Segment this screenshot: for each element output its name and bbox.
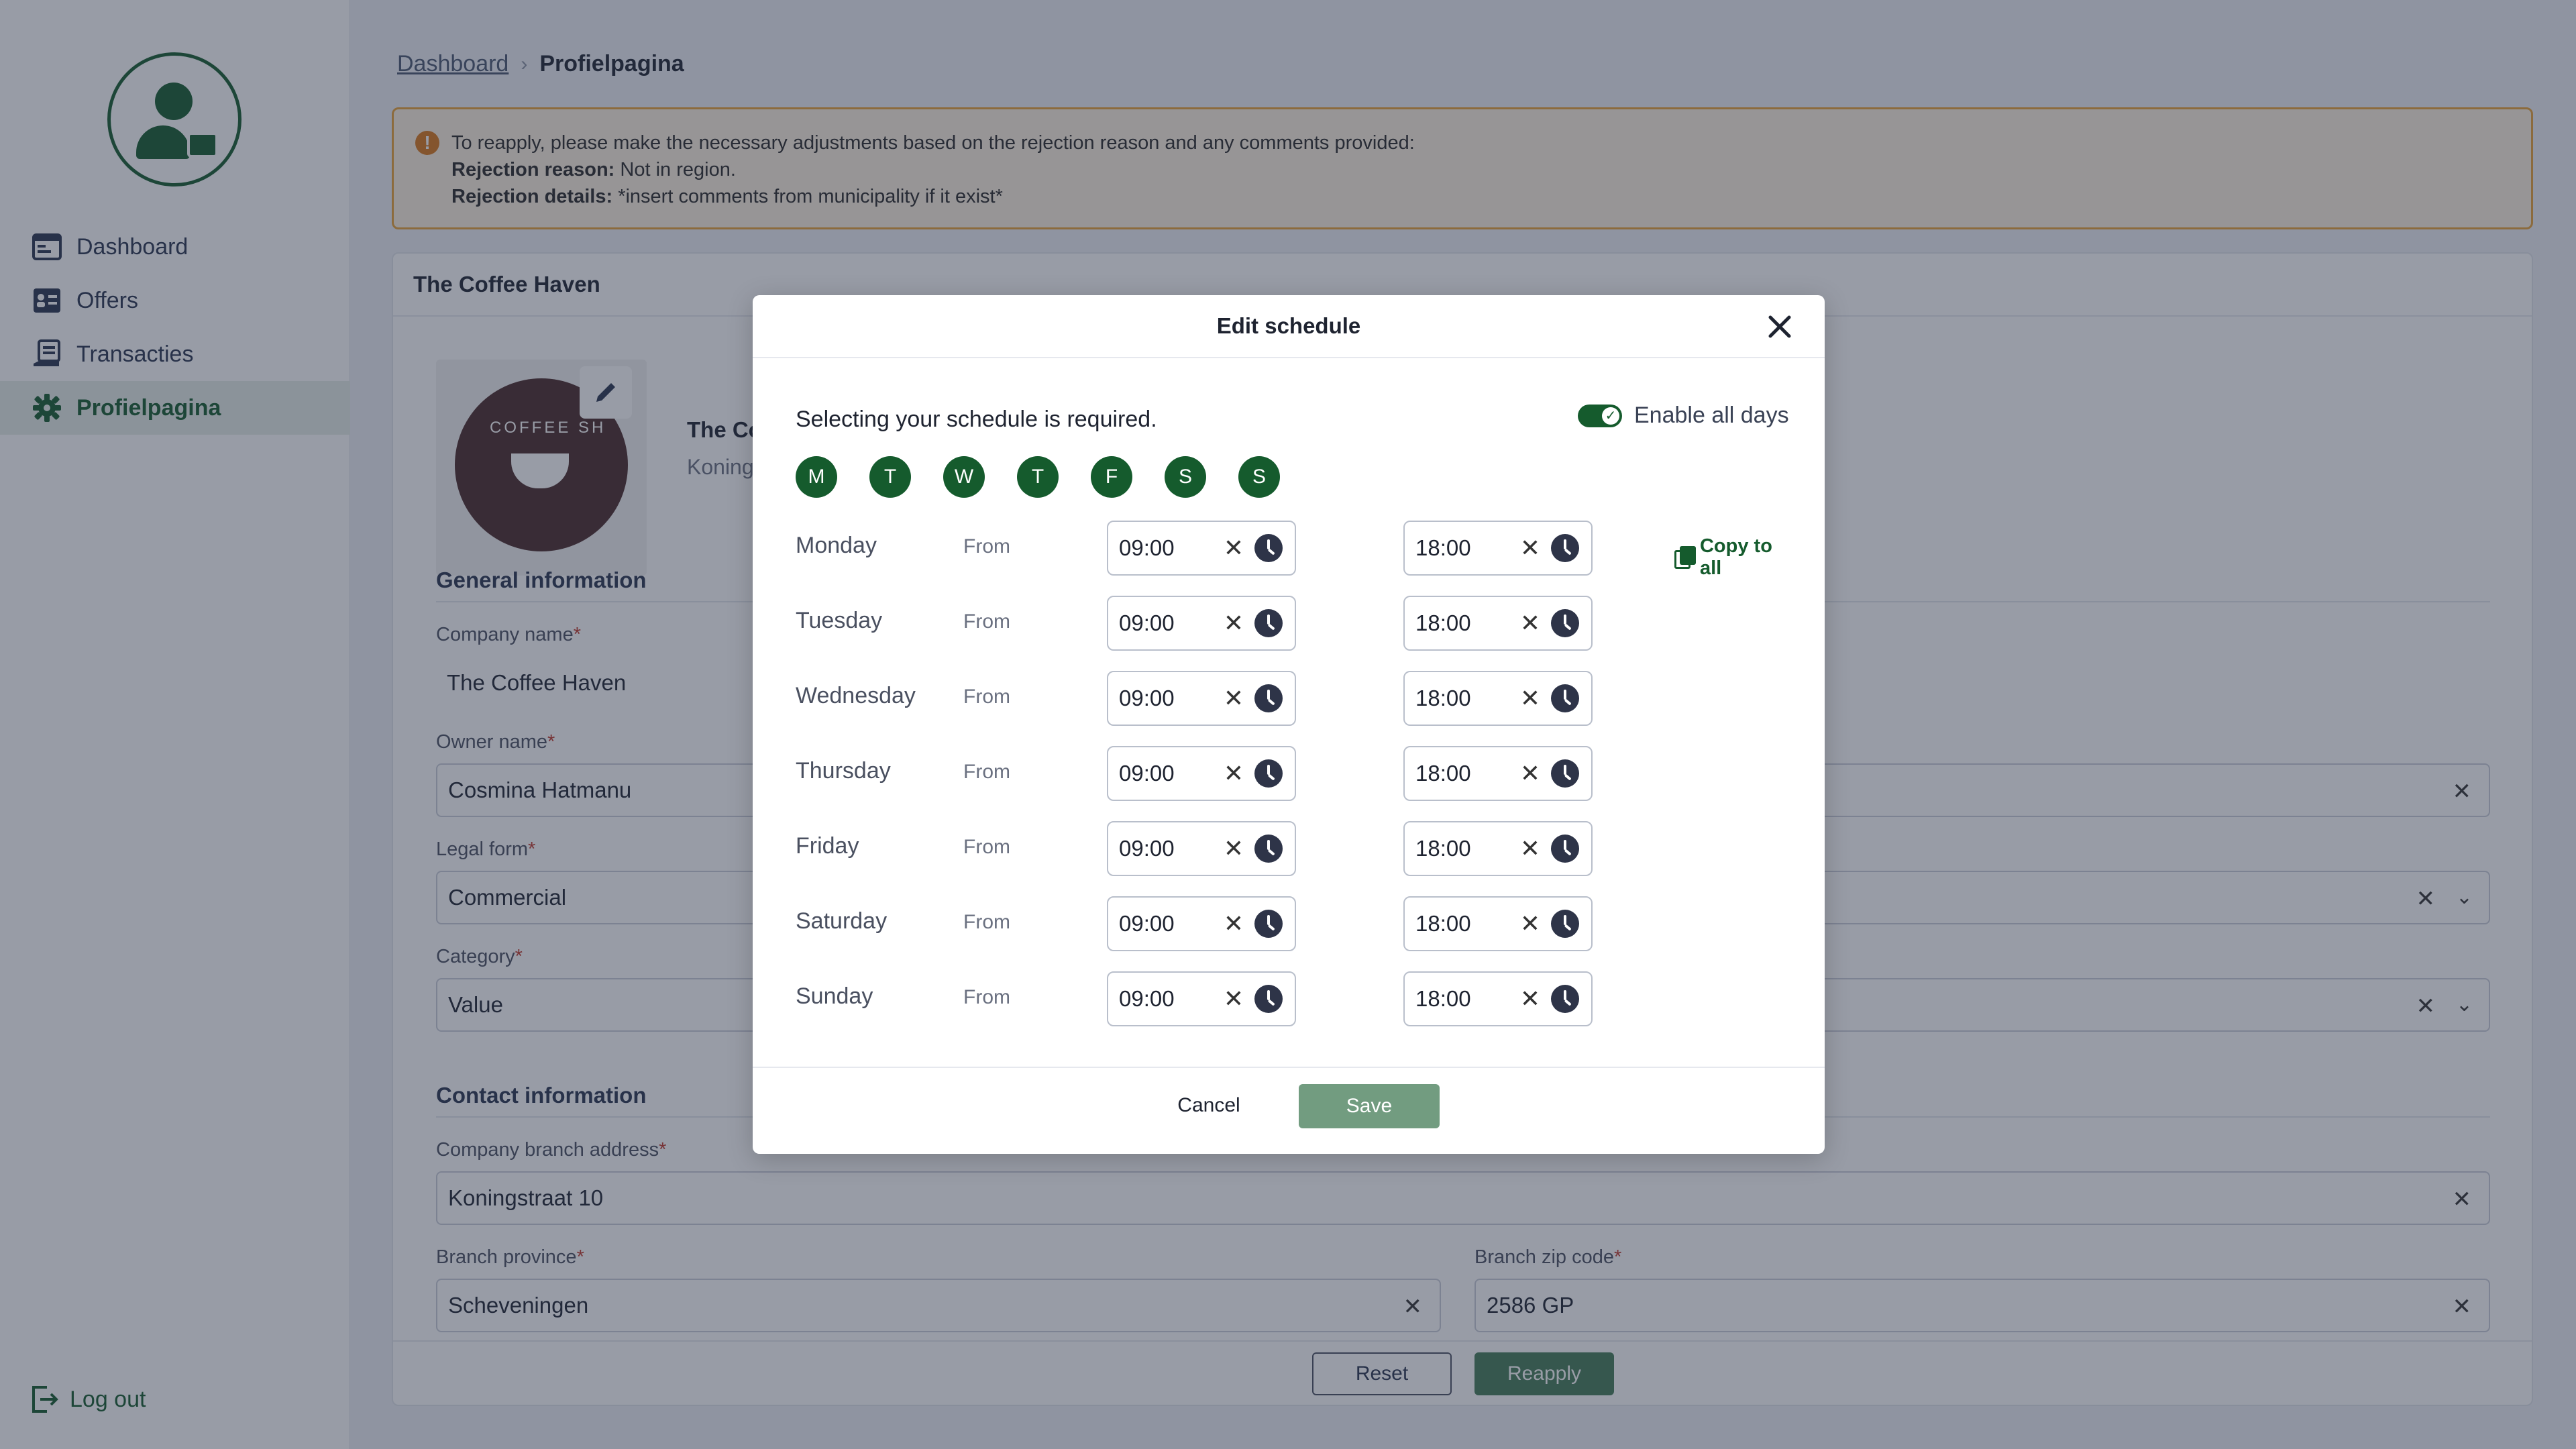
- clear-icon[interactable]: ✕: [1224, 985, 1244, 1013]
- schedule-row-monday: Monday From 09:00✕ To 18:00✕ Copy to all: [796, 521, 1782, 579]
- day-name: Wednesday: [796, 683, 916, 708]
- from-label: From: [963, 836, 1010, 858]
- clear-icon[interactable]: ✕: [1224, 759, 1244, 788]
- check-icon: ✓: [1602, 407, 1619, 425]
- day-chip-thursday[interactable]: T: [1017, 456, 1059, 498]
- day-chip-monday[interactable]: M: [796, 456, 837, 498]
- clear-icon[interactable]: ✕: [1520, 985, 1540, 1013]
- day-name: Sunday: [796, 983, 873, 1009]
- clock-icon[interactable]: [1551, 609, 1579, 637]
- day-name: Monday: [796, 533, 877, 558]
- clock-icon[interactable]: [1551, 835, 1579, 863]
- clear-icon[interactable]: ✕: [1224, 910, 1244, 938]
- clear-icon[interactable]: ✕: [1224, 835, 1244, 863]
- clear-icon[interactable]: ✕: [1520, 609, 1540, 637]
- schedule-row-tuesday: Tuesday From 09:00✕ To 18:00✕: [796, 596, 1782, 651]
- clear-icon[interactable]: ✕: [1520, 910, 1540, 938]
- clock-icon[interactable]: [1254, 759, 1283, 788]
- day-name: Tuesday: [796, 608, 883, 633]
- app-root: Dashboard Offers Transacties Profielpagi…: [0, 0, 2576, 1449]
- day-chip-sunday[interactable]: S: [1238, 456, 1280, 498]
- day-chip-friday[interactable]: F: [1091, 456, 1132, 498]
- clear-icon[interactable]: ✕: [1224, 684, 1244, 712]
- copy-icon: [1674, 546, 1696, 569]
- from-time-input[interactable]: 09:00 ✕: [1107, 596, 1296, 651]
- to-time-input[interactable]: 18:00 ✕: [1403, 671, 1593, 726]
- schedule-row-friday: Friday From 09:00✕ To 18:00✕: [796, 821, 1782, 876]
- from-time-input[interactable]: 09:00 ✕: [1107, 971, 1296, 1026]
- copy-to-all-label: Copy to all: [1699, 535, 1772, 579]
- schedule-row-thursday: Thursday From 09:00✕ To 18:00✕: [796, 746, 1782, 801]
- clock-icon[interactable]: [1551, 759, 1579, 788]
- from-time-input[interactable]: 09:00 ✕: [1107, 821, 1296, 876]
- from-label: From: [963, 610, 1010, 633]
- clock-icon[interactable]: [1551, 684, 1579, 712]
- clock-icon[interactable]: [1551, 985, 1579, 1013]
- to-time-input[interactable]: 18:00 ✕: [1403, 596, 1593, 651]
- from-label: From: [963, 686, 1010, 708]
- to-time-input[interactable]: 18:00 ✕: [1403, 896, 1593, 951]
- from-label: From: [963, 986, 1010, 1008]
- clear-icon[interactable]: ✕: [1520, 835, 1540, 863]
- copy-to-all-button[interactable]: Copy to all: [1674, 535, 1782, 580]
- close-icon[interactable]: [1767, 314, 1792, 339]
- from-label: From: [963, 761, 1010, 783]
- modal-header: Edit schedule: [753, 295, 1825, 358]
- save-button[interactable]: Save: [1299, 1084, 1440, 1128]
- schedule-row-saturday: Saturday From 09:00✕ To 18:00✕: [796, 896, 1782, 951]
- clear-icon[interactable]: ✕: [1520, 759, 1540, 788]
- to-time-input[interactable]: 18:00 ✕: [1403, 746, 1593, 801]
- day-chip-wednesday[interactable]: W: [943, 456, 985, 498]
- clock-icon[interactable]: [1254, 985, 1283, 1013]
- clock-icon[interactable]: [1254, 910, 1283, 938]
- schedule-required-text: Selecting your schedule is required.: [796, 407, 1157, 432]
- from-label: From: [963, 535, 1010, 557]
- to-time-input[interactable]: 18:00 ✕: [1403, 971, 1593, 1026]
- clock-icon[interactable]: [1254, 609, 1283, 637]
- clock-icon[interactable]: [1551, 534, 1579, 562]
- day-chip-saturday[interactable]: S: [1165, 456, 1206, 498]
- day-name: Saturday: [796, 908, 888, 934]
- toggle-switch[interactable]: ✓: [1578, 404, 1622, 427]
- cancel-button[interactable]: Cancel: [1155, 1084, 1263, 1127]
- clear-icon[interactable]: ✕: [1224, 534, 1244, 562]
- from-label: From: [963, 911, 1010, 933]
- to-time-input[interactable]: 18:00 ✕: [1403, 521, 1593, 576]
- clock-icon[interactable]: [1551, 910, 1579, 938]
- to-time-input[interactable]: 18:00 ✕: [1403, 821, 1593, 876]
- clear-icon[interactable]: ✕: [1520, 534, 1540, 562]
- modal-footer: Cancel Save: [753, 1067, 1825, 1154]
- clock-icon[interactable]: [1254, 684, 1283, 712]
- from-time-input[interactable]: 09:00 ✕: [1107, 521, 1296, 576]
- clock-icon[interactable]: [1254, 534, 1283, 562]
- from-time-input[interactable]: 09:00 ✕: [1107, 671, 1296, 726]
- schedule-row-wednesday: Wednesday From 09:00✕ To 18:00✕: [796, 671, 1782, 726]
- schedule-row-sunday: Sunday From 09:00✕ To 18:00✕: [796, 971, 1782, 1026]
- clock-icon[interactable]: [1254, 835, 1283, 863]
- day-name: Thursday: [796, 758, 891, 784]
- edit-schedule-modal: Edit schedule Selecting your schedule is…: [753, 295, 1825, 1154]
- from-time-input[interactable]: 09:00 ✕: [1107, 746, 1296, 801]
- day-chip-tuesday[interactable]: T: [869, 456, 911, 498]
- enable-all-days-toggle[interactable]: ✓ Enable all days: [1578, 402, 1789, 429]
- clear-icon[interactable]: ✕: [1224, 609, 1244, 637]
- day-name: Friday: [796, 833, 859, 859]
- day-chips: M T W T F S S: [796, 456, 1280, 498]
- enable-all-days-label: Enable all days: [1634, 402, 1789, 428]
- clear-icon[interactable]: ✕: [1520, 684, 1540, 712]
- from-time-input[interactable]: 09:00 ✕: [1107, 896, 1296, 951]
- modal-title: Edit schedule: [1216, 313, 1361, 338]
